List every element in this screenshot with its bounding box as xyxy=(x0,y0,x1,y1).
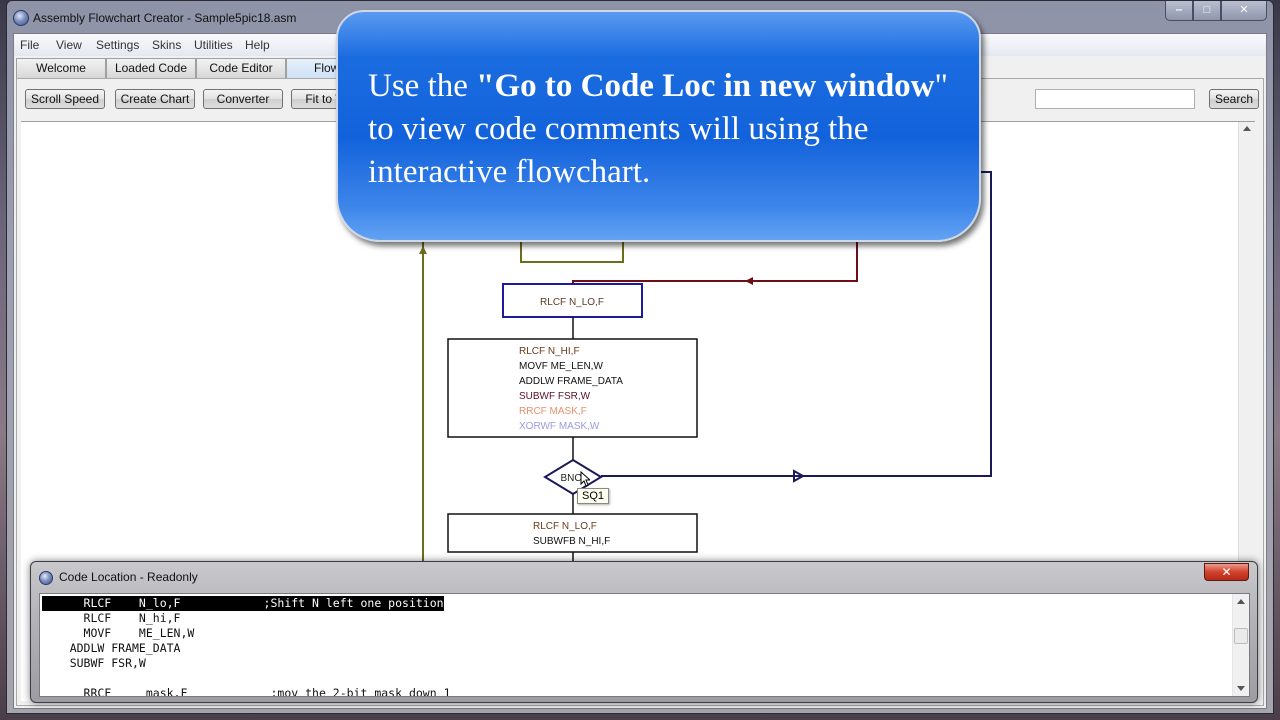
menu-file[interactable]: File xyxy=(20,38,39,52)
arrow-maroon-left xyxy=(745,277,753,285)
search-input[interactable] xyxy=(1035,89,1195,109)
flow-line: SUBWFB N_HI,F xyxy=(533,536,610,547)
app-icon xyxy=(13,10,29,26)
code-scroll-thumb[interactable] xyxy=(1234,628,1248,644)
code-line-selected[interactable]: RLCF N_lo,F ;Shift N left one position xyxy=(42,596,444,611)
converter-button[interactable]: Converter xyxy=(203,89,283,109)
code-line[interactable]: MOVF ME_LEN,W xyxy=(42,626,195,641)
code-window-title: Code Location - Readonly xyxy=(59,570,198,584)
search-button[interactable]: Search xyxy=(1209,89,1259,109)
arrow-olive-up xyxy=(419,246,427,254)
flow-line: RRCF MASK,F xyxy=(519,406,587,417)
flow-line: MOVF ME_LEN,W xyxy=(519,361,603,372)
tab-loaded-code[interactable]: Loaded Code xyxy=(106,58,196,78)
flow-line: SUBWF FSR,W xyxy=(519,391,591,402)
window-controls: ‒ □ ✕ xyxy=(1165,1,1267,21)
code-line[interactable]: SUBWF FSR,W xyxy=(42,656,146,671)
menu-help[interactable]: Help xyxy=(245,38,270,52)
tab-welcome[interactable]: Welcome xyxy=(16,58,106,78)
create-chart-button[interactable]: Create Chart xyxy=(115,89,195,109)
decision-tooltip: SQ1 xyxy=(577,488,610,504)
window-title: Assembly Flowchart Creator - Sample5pic1… xyxy=(33,11,297,25)
code-location-window: Code Location - Readonly ✕ RLCF N_lo,F ;… xyxy=(30,561,1258,703)
code-line[interactable]: RLCF N_hi,F xyxy=(42,611,181,626)
callout-text-bold: "Go to Code Loc in new window xyxy=(476,68,935,104)
menu-view[interactable]: View xyxy=(56,38,82,52)
decision-bnc-text: BNC xyxy=(560,473,581,484)
code-scroll-up-icon[interactable] xyxy=(1237,599,1245,604)
code-window-icon xyxy=(39,571,53,585)
menu-settings[interactable]: Settings xyxy=(96,38,139,52)
maximize-button[interactable]: □ xyxy=(1193,1,1221,21)
code-view[interactable]: RLCF N_lo,F ;Shift N left one position R… xyxy=(39,593,1250,697)
minimize-button[interactable]: ‒ xyxy=(1165,1,1193,21)
flow-line: XORWF MASK,W xyxy=(519,421,600,432)
code-scroll-down-icon[interactable] xyxy=(1237,686,1245,691)
flow-line: RLCF N_HI,F xyxy=(519,346,580,357)
tutorial-callout: Use the "Go to Code Loc in new window" t… xyxy=(336,10,981,242)
code-line[interactable]: ADDLW FRAME_DATA xyxy=(42,641,181,656)
flow-box-rlcf-nlo-text: RLCF N_LO,F xyxy=(540,297,604,308)
code-vertical-scrollbar[interactable] xyxy=(1232,594,1249,696)
menu-skins[interactable]: Skins xyxy=(152,38,181,52)
code-line[interactable]: RRCF mask,F ;mov the 2-bit mask down 1 xyxy=(42,686,451,696)
scroll-speed-button[interactable]: Scroll Speed xyxy=(25,89,105,109)
tab-code-editor[interactable]: Code Editor xyxy=(196,58,286,78)
flow-line: ADDLW FRAME_DATA xyxy=(519,376,623,387)
flow-line: RLCF N_LO,F xyxy=(533,521,597,532)
close-button[interactable]: ✕ xyxy=(1221,1,1267,21)
callout-text-pre: Use the xyxy=(368,68,477,104)
code-window-close-button[interactable]: ✕ xyxy=(1204,563,1249,581)
scroll-up-arrow-icon[interactable] xyxy=(1243,126,1251,131)
mouse-cursor-icon xyxy=(580,471,590,487)
tab-strip: Welcome Loaded Code Code Editor FlowC xyxy=(16,58,376,78)
menu-utilities[interactable]: Utilities xyxy=(194,38,233,52)
